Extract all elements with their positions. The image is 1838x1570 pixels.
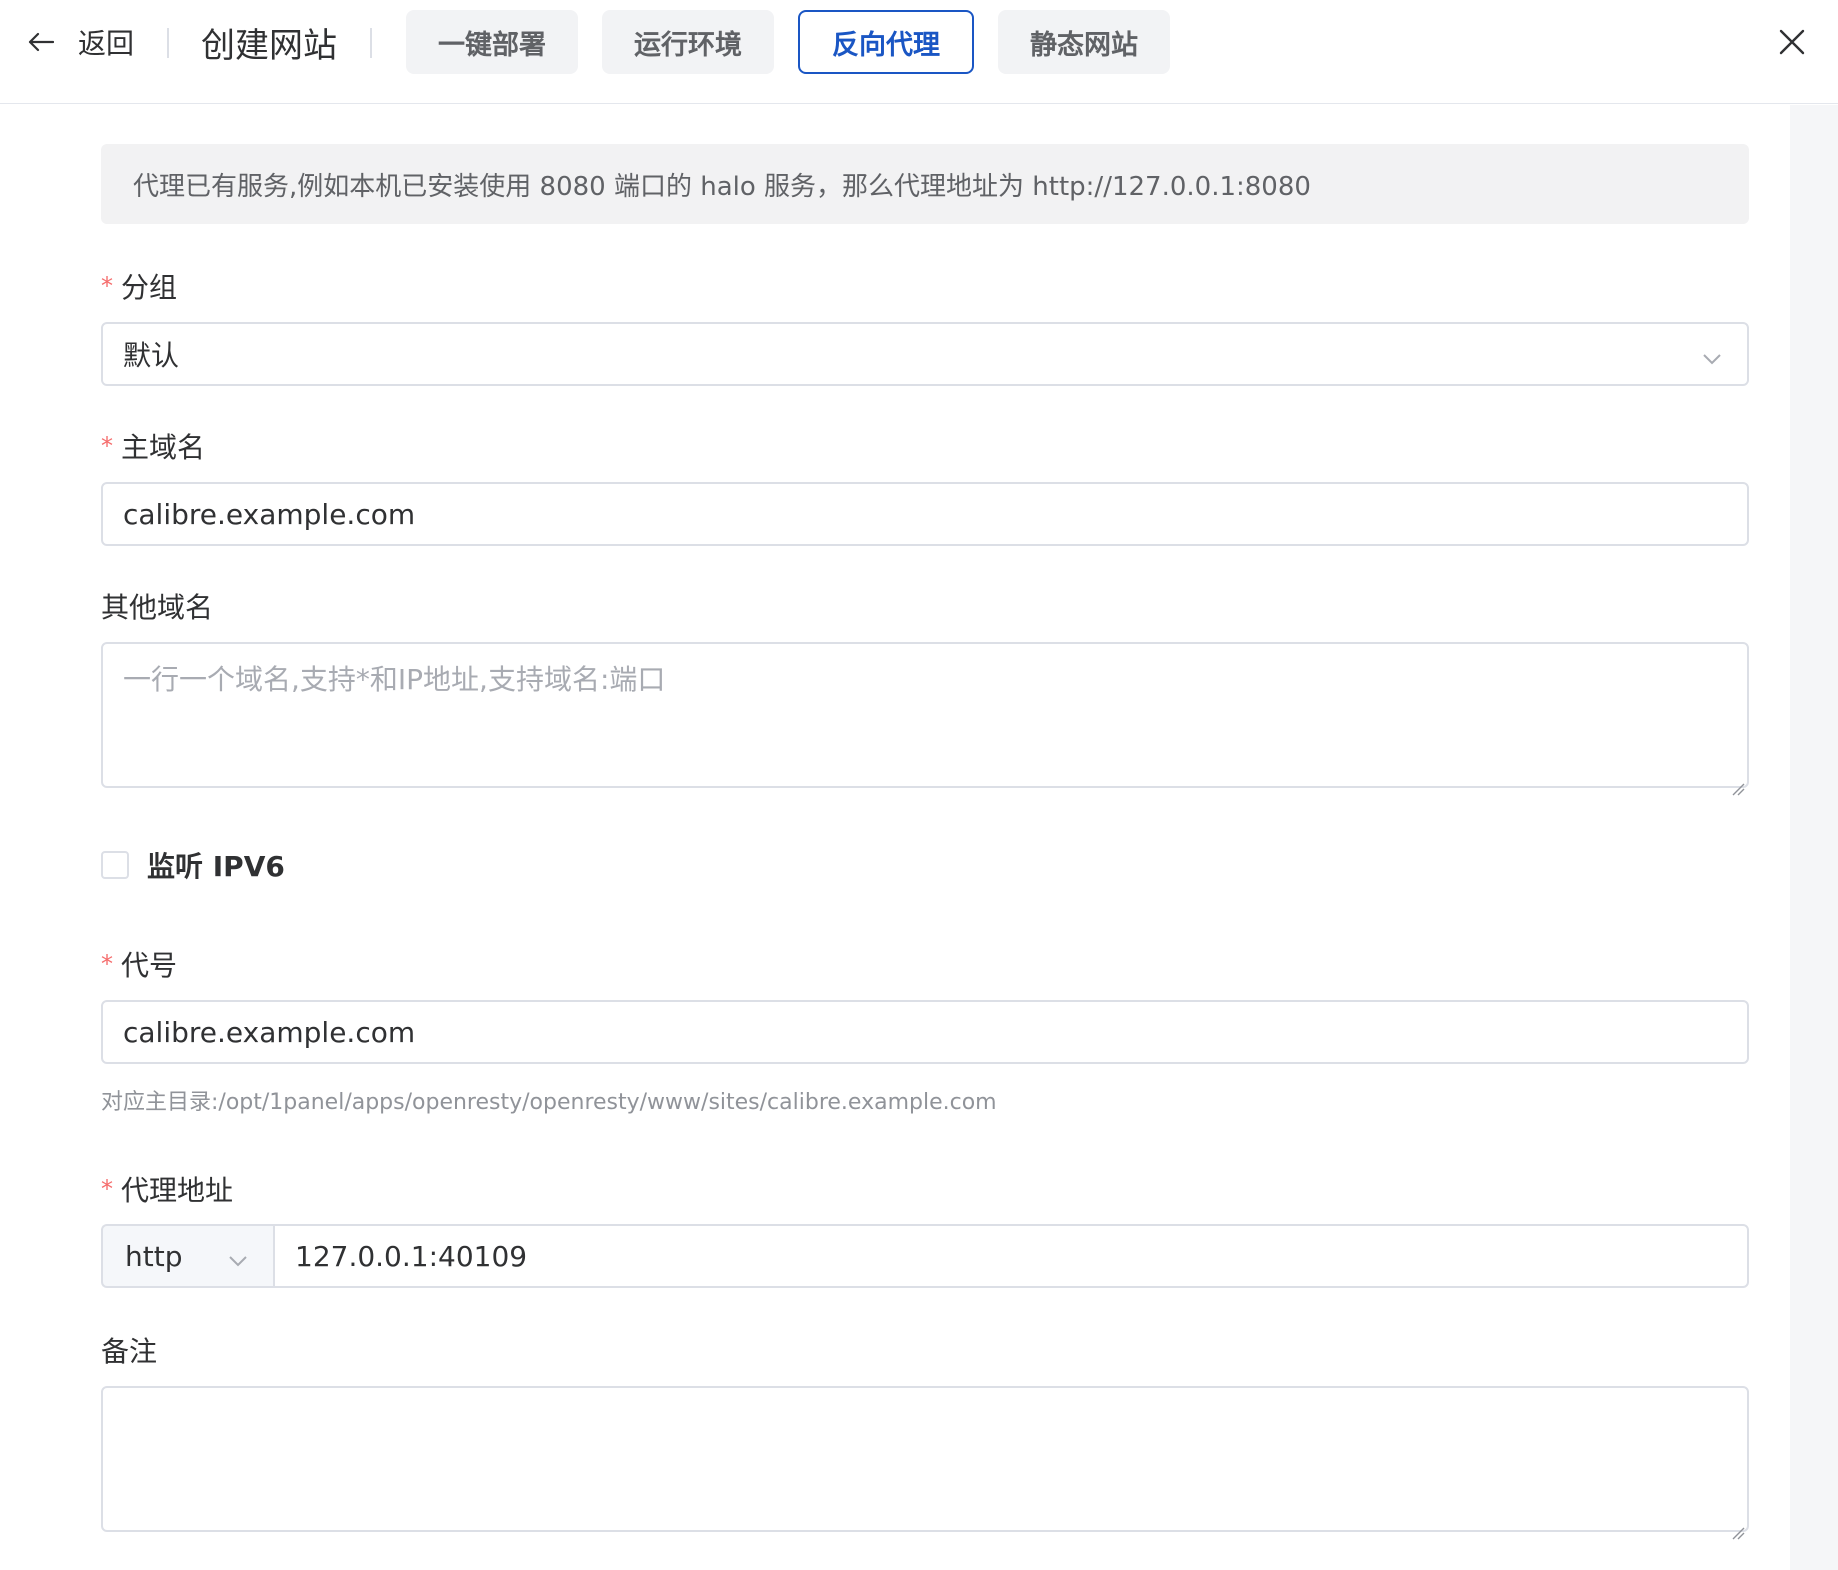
other-domains-label: 其他域名 [101,591,214,624]
header-divider [167,28,169,58]
right-gutter [1790,105,1838,1570]
info-tip: 代理已有服务,例如本机已安装使用 8080 端口的 halo 服务，那么代理地址… [101,144,1749,224]
close-icon[interactable] [1774,24,1810,60]
chevron-down-icon [1701,344,1723,366]
header-divider [370,28,372,58]
proxy-scheme-select[interactable]: http [101,1224,273,1288]
primary-domain-value: calibre.example.com [123,497,416,531]
tab-label: 一键部署 [438,29,546,61]
tab-reverse-proxy[interactable]: 反向代理 [798,10,974,74]
primary-domain-input[interactable]: calibre.example.com [101,482,1749,546]
proxy-address-group: http 127.0.0.1:40109 [101,1224,1749,1288]
tab-label: 反向代理 [832,29,940,61]
group-select[interactable]: 默认 [101,322,1749,386]
ipv6-checkbox-row[interactable]: 监听 IPV6 [101,848,285,883]
tab-runtime[interactable]: 运行环境 [602,10,774,74]
group-label: * 分组 [101,271,178,304]
alias-label: * 代号 [101,949,178,982]
primary-domain-label: * 主域名 [101,431,206,464]
remark-label: 备注 [101,1335,158,1368]
group-select-value: 默认 [123,339,180,372]
proxy-address-label: * 代理地址 [101,1174,234,1207]
page-title: 创建网站 [201,26,337,66]
alias-hint: 对应主目录:/opt/1panel/apps/openresty/openres… [101,1090,997,1115]
tab-label: 运行环境 [634,29,742,61]
tab-one-click-deploy[interactable]: 一键部署 [406,10,578,74]
resize-handle-icon[interactable] [1731,1514,1745,1540]
resize-handle-icon[interactable] [1731,770,1745,796]
proxy-address-value: 127.0.0.1:40109 [295,1239,528,1273]
tab-static-site[interactable]: 静态网站 [998,10,1170,74]
back-label: 返回 [78,27,135,60]
ipv6-label: 监听 IPV6 [147,850,285,883]
chevron-down-icon [227,1246,249,1268]
proxy-scheme-value: http [125,1239,183,1273]
back-button[interactable]: 返回 [28,24,134,60]
other-domains-textarea[interactable]: 一行一个域名,支持*和IP地址,支持域名:端口 [101,642,1749,796]
alias-input[interactable]: calibre.example.com [101,1000,1749,1064]
alias-value: calibre.example.com [123,1015,416,1049]
other-domains-placeholder: 一行一个域名,支持*和IP地址,支持域名:端口 [123,663,666,696]
tab-label: 静态网站 [1030,29,1138,61]
ipv6-checkbox[interactable] [101,851,129,879]
proxy-address-input[interactable]: 127.0.0.1:40109 [273,1224,1749,1288]
header-bar: 返回 创建网站 一键部署 运行环境 反向代理 静态网站 [0,0,1838,104]
remark-textarea[interactable] [101,1386,1749,1540]
arrow-left-icon [28,30,56,54]
